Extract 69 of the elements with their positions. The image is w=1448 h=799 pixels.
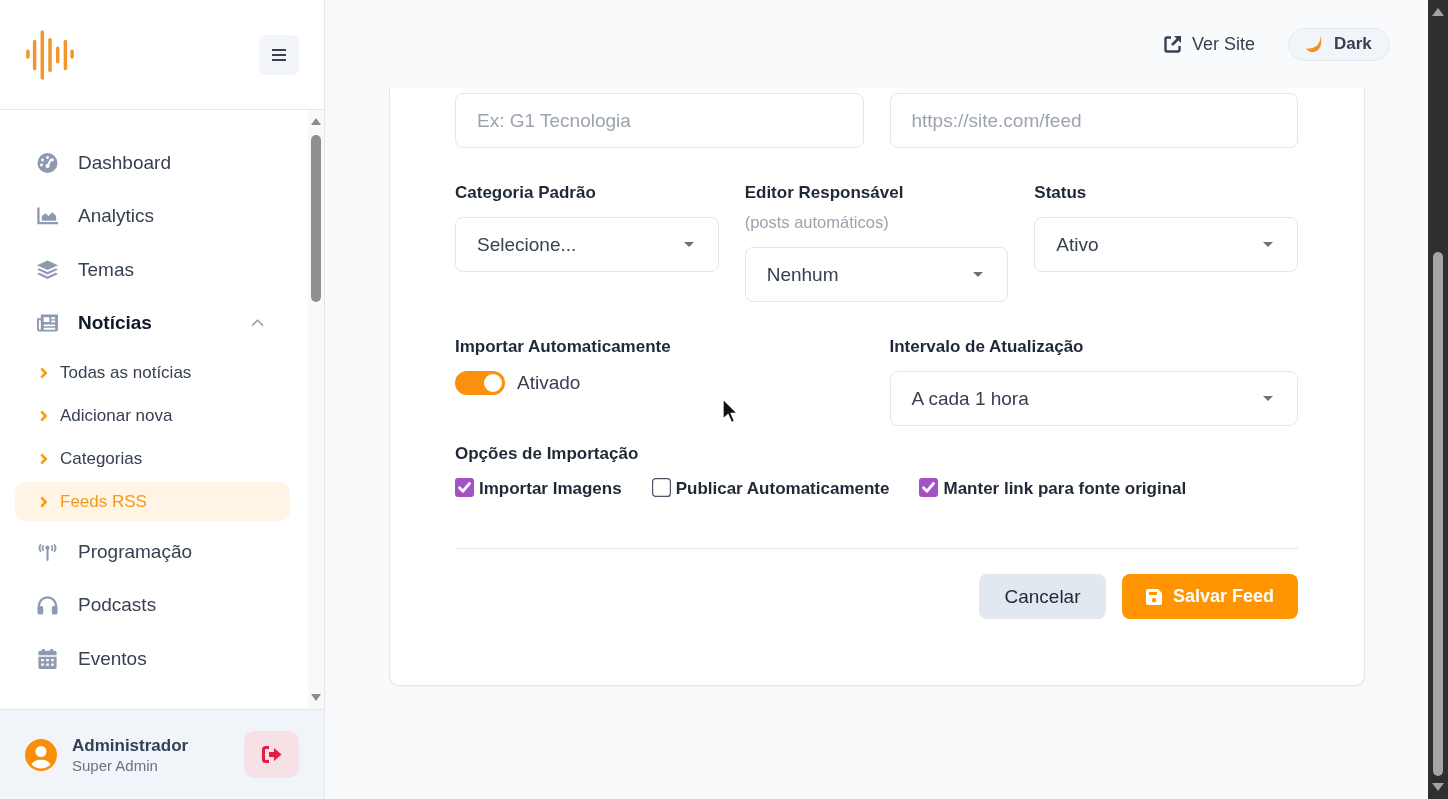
checkbox[interactable] <box>455 477 474 497</box>
text-input[interactable]: https://site.com/feed <box>889 93 1298 148</box>
save-icon <box>1145 588 1162 605</box>
view-site-link[interactable]: Ver Site <box>1163 33 1255 55</box>
nav-item[interactable]: Eventos <box>0 632 308 686</box>
external-link-icon <box>1163 35 1182 53</box>
chevron-right-icon <box>40 409 47 422</box>
antenna-icon <box>37 541 58 562</box>
toggle-switch[interactable] <box>455 371 505 395</box>
caret-icon <box>683 242 694 247</box>
scroll-down-arrow-icon[interactable] <box>1432 783 1444 791</box>
sound-wave-logo-icon <box>25 29 75 80</box>
scrollbar-thumb[interactable] <box>311 135 321 302</box>
nav-subitem[interactable]: Adicionar nova <box>15 396 290 435</box>
checkbox-label[interactable]: Publicar Automaticamente <box>675 478 890 500</box>
mouse-cursor-icon <box>722 398 739 425</box>
cancel-button[interactable]: Cancelar <box>979 574 1106 619</box>
field-label: Intervalo de Atualização <box>889 336 1085 358</box>
logout-icon <box>261 746 282 763</box>
text-input[interactable]: Ex: G1 Tecnologia <box>455 93 864 148</box>
layers-icon <box>37 259 58 280</box>
scroll-up-arrow-icon[interactable] <box>1432 8 1444 16</box>
dropdown-field[interactable]: Selecione... <box>455 217 719 272</box>
page-scrollbar[interactable] <box>1428 0 1448 799</box>
nav-item[interactable]: Notícias <box>0 296 308 350</box>
menu-button[interactable] <box>259 34 299 75</box>
caret-icon <box>1263 242 1273 247</box>
caret-icon <box>973 272 984 277</box>
moon-icon <box>1305 35 1323 53</box>
nav-item[interactable]: Podcasts <box>0 578 308 632</box>
nav-subitem[interactable]: Todas as notícias <box>15 353 290 392</box>
nav-item[interactable]: Analytics <box>0 189 308 243</box>
checkbox[interactable] <box>651 477 671 497</box>
checkbox[interactable] <box>919 477 939 497</box>
nav-item[interactable]: Temas <box>0 243 308 297</box>
caret-icon <box>1263 396 1273 401</box>
user-name: Administrador <box>72 734 189 757</box>
user-avatar-icon <box>25 738 57 771</box>
chevron-right-icon <box>40 495 47 508</box>
logout-button[interactable] <box>244 731 299 778</box>
dropdown-field[interactable]: A cada 1 hora <box>889 371 1298 426</box>
calendar-icon <box>37 648 58 669</box>
menu-icon <box>272 48 286 61</box>
dropdown-field[interactable]: Ativo <box>1034 217 1298 272</box>
toggle-status-text: Ativado <box>517 372 581 394</box>
scroll-up-arrow-icon[interactable] <box>311 118 321 125</box>
dropdown-field[interactable]: Nenhum <box>744 247 1009 302</box>
checkbox-label[interactable]: Importar Imagens <box>479 478 622 500</box>
field-label: Categoria Padrão <box>455 182 597 204</box>
headphones-icon <box>37 595 58 616</box>
newspaper-icon <box>37 313 58 334</box>
field-hint: (posts automáticos) <box>744 212 890 233</box>
sidebar-scrollbar[interactable] <box>308 110 324 709</box>
scroll-down-arrow-icon[interactable] <box>311 694 321 701</box>
gauge-icon <box>37 152 58 173</box>
area-chart-icon <box>37 206 58 227</box>
checkbox-label[interactable]: Manter link para fonte original <box>943 478 1187 500</box>
nav-item[interactable]: Dashboard <box>0 136 308 190</box>
nav-subitem[interactable]: Categorias <box>15 439 290 478</box>
field-label: Editor Responsável <box>744 182 905 204</box>
field-label: Opções de Importação <box>455 443 640 465</box>
scrollbar-thumb[interactable] <box>1433 252 1443 776</box>
field-label: Status <box>1034 182 1088 204</box>
user-role: Super Admin <box>72 756 159 775</box>
chevron-right-icon <box>40 452 47 465</box>
chevron-right-icon <box>40 366 47 379</box>
theme-toggle-button[interactable]: Dark <box>1288 27 1390 61</box>
nav-item[interactable]: Programação <box>0 525 308 579</box>
field-label: Importar Automaticamente <box>455 336 672 358</box>
